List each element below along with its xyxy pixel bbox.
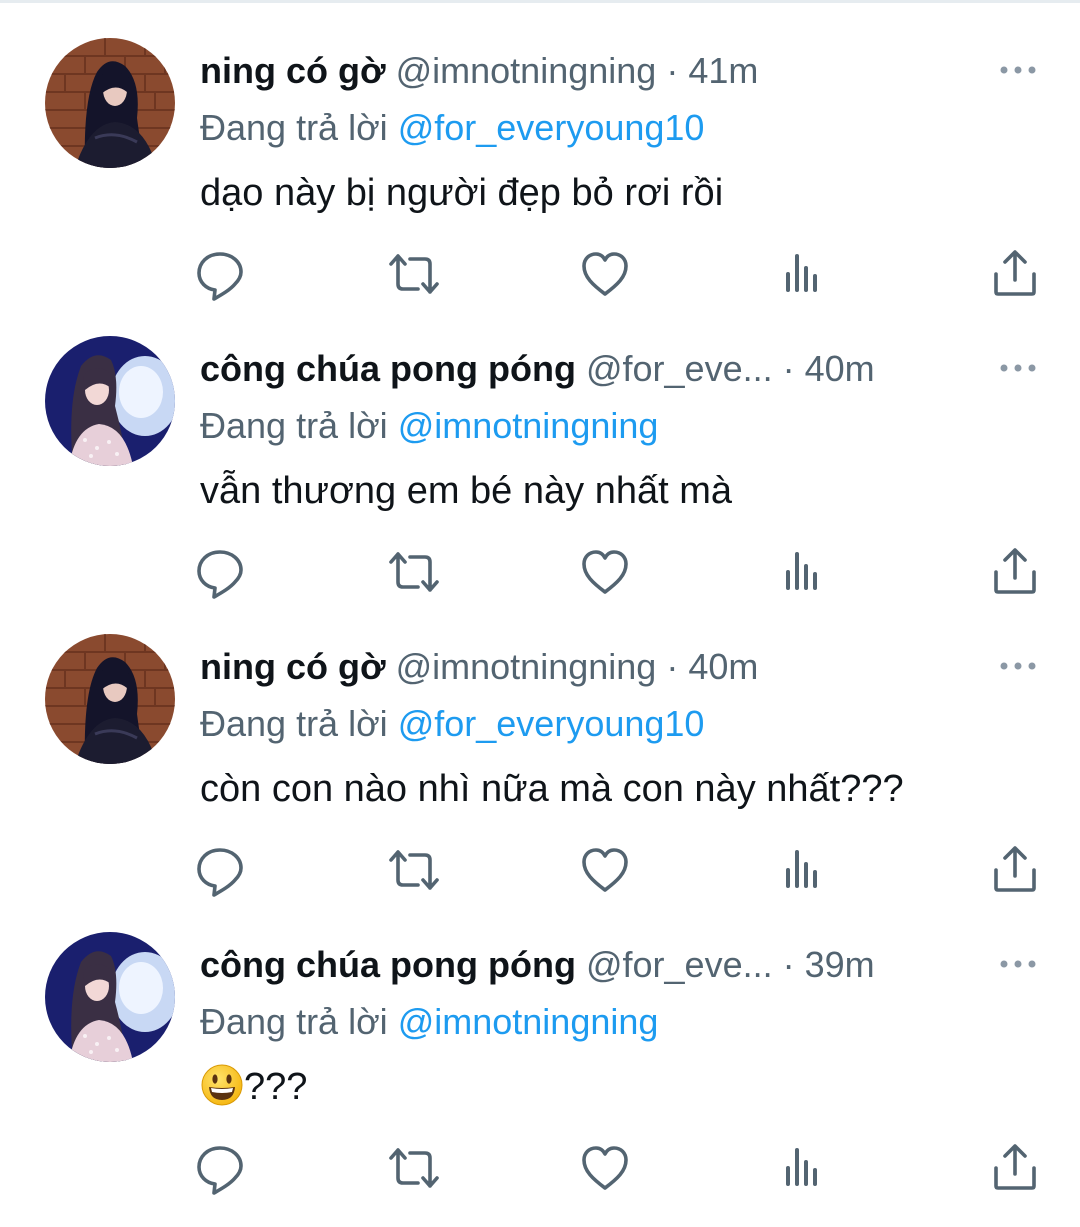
display-name[interactable]: ning có gờ xyxy=(200,646,386,687)
more-icon[interactable] xyxy=(998,58,1038,82)
more-icon[interactable] xyxy=(998,356,1038,380)
timestamp[interactable]: 41m xyxy=(688,50,758,91)
timestamp[interactable]: 39m xyxy=(805,944,875,985)
mention-link[interactable]: @for_everyoung10 xyxy=(398,107,705,148)
tweet-text-content: ??? xyxy=(244,1066,308,1108)
timestamp[interactable]: 40m xyxy=(805,348,875,389)
replying-to: Đang trả lời @imnotningning xyxy=(200,404,658,448)
reply-icon[interactable] xyxy=(190,244,250,304)
user-handle[interactable]: @imnotningning xyxy=(396,50,657,91)
views-icon[interactable] xyxy=(772,1138,832,1198)
display-name[interactable]: công chúa pong póng xyxy=(200,348,576,389)
reply-icon[interactable] xyxy=(190,1138,250,1198)
user-handle[interactable]: @imnotningning xyxy=(396,646,657,687)
views-icon[interactable] xyxy=(772,542,832,602)
action-bar xyxy=(0,1138,1080,1198)
reply-icon[interactable] xyxy=(190,840,250,900)
share-icon[interactable] xyxy=(985,1138,1045,1198)
retweet-icon[interactable] xyxy=(384,244,444,304)
views-icon[interactable] xyxy=(772,244,832,304)
like-icon[interactable] xyxy=(575,1138,635,1198)
replying-to-label: Đang trả lời xyxy=(200,1001,388,1042)
reply-icon[interactable] xyxy=(190,542,250,602)
tweet[interactable]: công chúa pong póng @for_eve... · 40m Đa… xyxy=(0,298,1080,599)
user-handle[interactable]: @for_eve... xyxy=(586,944,773,985)
share-icon[interactable] xyxy=(985,244,1045,304)
mention-link[interactable]: @imnotningning xyxy=(398,1001,659,1042)
separator-dot: · xyxy=(666,50,679,91)
avatar[interactable] xyxy=(45,634,175,764)
timestamp[interactable]: 40m xyxy=(688,646,758,687)
tweet-header: ning có gờ @imnotningning · 41m xyxy=(200,48,758,94)
avatar[interactable] xyxy=(45,336,175,466)
replying-to-label: Đang trả lời xyxy=(200,107,388,148)
separator-dot: · xyxy=(782,944,795,985)
action-bar xyxy=(0,542,1080,602)
tweet-header: công chúa pong póng @for_eve... · 40m xyxy=(200,346,875,392)
avatar[interactable] xyxy=(45,932,175,1062)
tweet-text: ??? xyxy=(200,1062,307,1112)
more-icon[interactable] xyxy=(998,654,1038,678)
like-icon[interactable] xyxy=(575,244,635,304)
user-handle[interactable]: @for_eve... xyxy=(586,348,773,389)
tweet-text: vẫn thương em bé này nhất mà xyxy=(200,470,732,512)
tweet-text: còn con nào nhì nữa mà con này nhất??? xyxy=(200,768,904,810)
retweet-icon[interactable] xyxy=(384,542,444,602)
tweet-header: ning có gờ @imnotningning · 40m xyxy=(200,644,758,690)
replying-to: Đang trả lời @imnotningning xyxy=(200,1000,658,1044)
separator-dot: · xyxy=(782,348,795,389)
display-name[interactable]: công chúa pong póng xyxy=(200,944,576,985)
tweet[interactable]: ning có gờ @imnotningning · 41m Đang trả… xyxy=(0,0,1080,301)
tweet[interactable]: ning có gờ @imnotningning · 40m Đang trả… xyxy=(0,596,1080,897)
action-bar xyxy=(0,244,1080,304)
mention-link[interactable]: @imnotningning xyxy=(398,405,659,446)
retweet-icon[interactable] xyxy=(384,1138,444,1198)
separator-dot: · xyxy=(666,646,679,687)
tweet-header: công chúa pong póng @for_eve... · 39m xyxy=(200,942,875,988)
tweet-text: dạo này bị người đẹp bỏ rơi rồi xyxy=(200,172,724,214)
replying-to-label: Đang trả lời xyxy=(200,405,388,446)
replying-to: Đang trả lời @for_everyoung10 xyxy=(200,106,704,150)
views-icon[interactable] xyxy=(772,840,832,900)
replying-to-label: Đang trả lời xyxy=(200,703,388,744)
share-icon[interactable] xyxy=(985,840,1045,900)
mention-link[interactable]: @for_everyoung10 xyxy=(398,703,705,744)
retweet-icon[interactable] xyxy=(384,840,444,900)
tweet[interactable]: công chúa pong póng @for_eve... · 39m Đa… xyxy=(0,894,1080,1195)
share-icon[interactable] xyxy=(985,542,1045,602)
action-bar xyxy=(0,840,1080,900)
display-name[interactable]: ning có gờ xyxy=(200,50,386,91)
like-icon[interactable] xyxy=(575,840,635,900)
more-icon[interactable] xyxy=(998,952,1038,976)
avatar[interactable] xyxy=(45,38,175,168)
grinning-face-emoji xyxy=(200,1063,244,1107)
replying-to: Đang trả lời @for_everyoung10 xyxy=(200,702,704,746)
like-icon[interactable] xyxy=(575,542,635,602)
